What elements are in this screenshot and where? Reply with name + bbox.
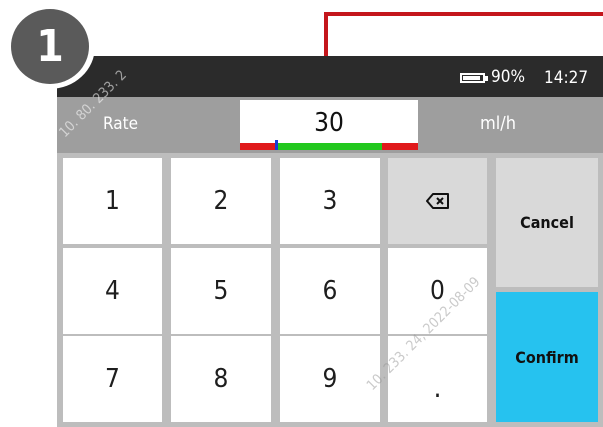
range-indicator-bar: [240, 140, 418, 150]
step-number-badge: 1: [4, 4, 95, 89]
pump-screen: 90% 14:27 Rate 30 ml/h 1 2 3 Cancel 4 5: [57, 56, 603, 427]
battery-terminal: [485, 76, 488, 81]
key-0[interactable]: 0: [388, 248, 487, 334]
key-6[interactable]: 6: [280, 248, 380, 334]
confirm-button[interactable]: Confirm: [496, 292, 598, 422]
callout-connector-line: [324, 12, 603, 58]
value-entry-bar: Rate 30 ml/h: [57, 97, 603, 153]
battery-level: [463, 76, 480, 80]
backspace-button[interactable]: [388, 158, 487, 244]
status-bar: 90% 14:27: [57, 56, 603, 97]
unit-label: ml/h: [480, 113, 516, 134]
current-value-marker: [275, 140, 278, 150]
range-low-segment: [240, 143, 275, 150]
cancel-button[interactable]: Cancel: [496, 158, 598, 287]
clock-time: 14:27: [544, 68, 589, 88]
range-ok-segment: [275, 143, 382, 150]
battery-percentage: 90%: [491, 67, 525, 87]
key-7[interactable]: 7: [63, 336, 162, 422]
key-4[interactable]: 4: [63, 248, 162, 334]
value-text: 30: [314, 108, 344, 138]
key-5[interactable]: 5: [171, 248, 271, 334]
key-2[interactable]: 2: [171, 158, 271, 244]
decimal-point-label: .: [433, 370, 442, 404]
step-number: 1: [11, 9, 89, 84]
range-high-segment: [382, 143, 418, 150]
backspace-icon: [425, 193, 449, 209]
numeric-keypad: 1 2 3 Cancel 4 5 6 0 Confirm 7 8 9 .: [57, 153, 603, 427]
decimal-point-key[interactable]: .: [388, 336, 487, 422]
key-3[interactable]: 3: [280, 158, 380, 244]
value-field[interactable]: 30: [240, 100, 418, 150]
key-9[interactable]: 9: [280, 336, 380, 422]
key-8[interactable]: 8: [171, 336, 271, 422]
parameter-label: Rate: [103, 114, 139, 134]
battery-icon: [460, 73, 485, 83]
key-1[interactable]: 1: [63, 158, 162, 244]
